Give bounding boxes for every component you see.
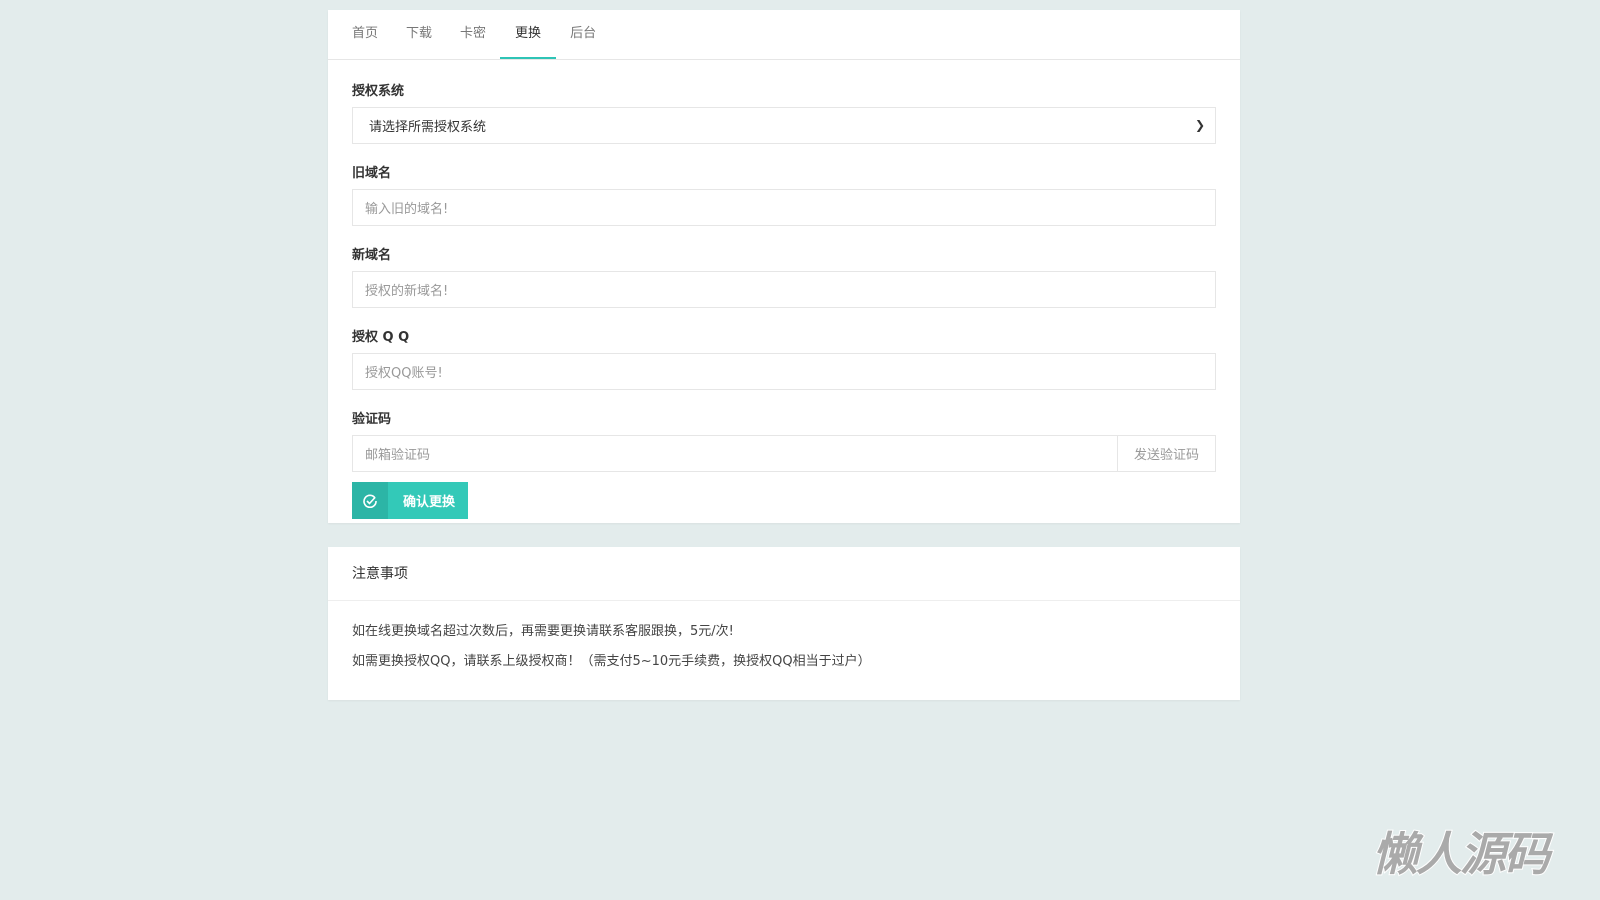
watermark-logo: 懒人源码: [1371, 826, 1551, 882]
new-domain-label: 新域名: [352, 248, 392, 263]
new-domain-input[interactable]: 授权的新域名!: [352, 271, 1216, 308]
change-card: 首页 下载 卡密 更换 后台 授权系统 请选择所需授权系统 ❯ 旧域名 输入旧的域…: [328, 10, 1240, 523]
tab-change[interactable]: 更换: [500, 10, 557, 59]
confirm-change-label: 确认更换: [403, 495, 456, 510]
send-code-button[interactable]: 发送验证码: [1117, 435, 1216, 472]
tab-admin[interactable]: 后台: [556, 10, 610, 59]
tab-download[interactable]: 下载: [392, 10, 446, 59]
notice-card: 注意事项 如在线更换域名超过次数后，再需要更换请联系客服跟换，5元/次! 如需更…: [328, 547, 1240, 700]
code-label: 验证码: [352, 412, 392, 427]
chevron-down-icon: ❯: [1194, 118, 1205, 132]
nav-tabs: 首页 下载 卡密 更换 后台: [328, 10, 1240, 60]
tab-home[interactable]: 首页: [338, 10, 392, 59]
system-select[interactable]: 请选择所需授权系统 ❯: [352, 107, 1216, 144]
notice-line: 如需更换授权QQ，请联系上级授权商！（需支付5~10元手续费，换授权QQ相当于过…: [352, 654, 871, 669]
system-label: 授权系统: [352, 84, 405, 99]
qq-label: 授权 Q Q: [352, 330, 410, 345]
system-select-value: 请选择所需授权系统: [369, 120, 487, 135]
notice-line: 如在线更换域名超过次数后，再需要更换请联系客服跟换，5元/次!: [352, 624, 734, 639]
code-input[interactable]: 邮箱验证码: [352, 435, 1117, 472]
qq-input[interactable]: 授权QQ账号!: [352, 353, 1216, 390]
old-domain-label: 旧域名: [352, 166, 392, 181]
check-circle-icon: [352, 482, 388, 519]
confirm-change-button[interactable]: 确认更换: [352, 482, 469, 519]
old-domain-input[interactable]: 输入旧的域名!: [352, 189, 1216, 226]
notice-title: 注意事项: [328, 547, 1240, 601]
tab-card-key[interactable]: 卡密: [446, 10, 500, 59]
